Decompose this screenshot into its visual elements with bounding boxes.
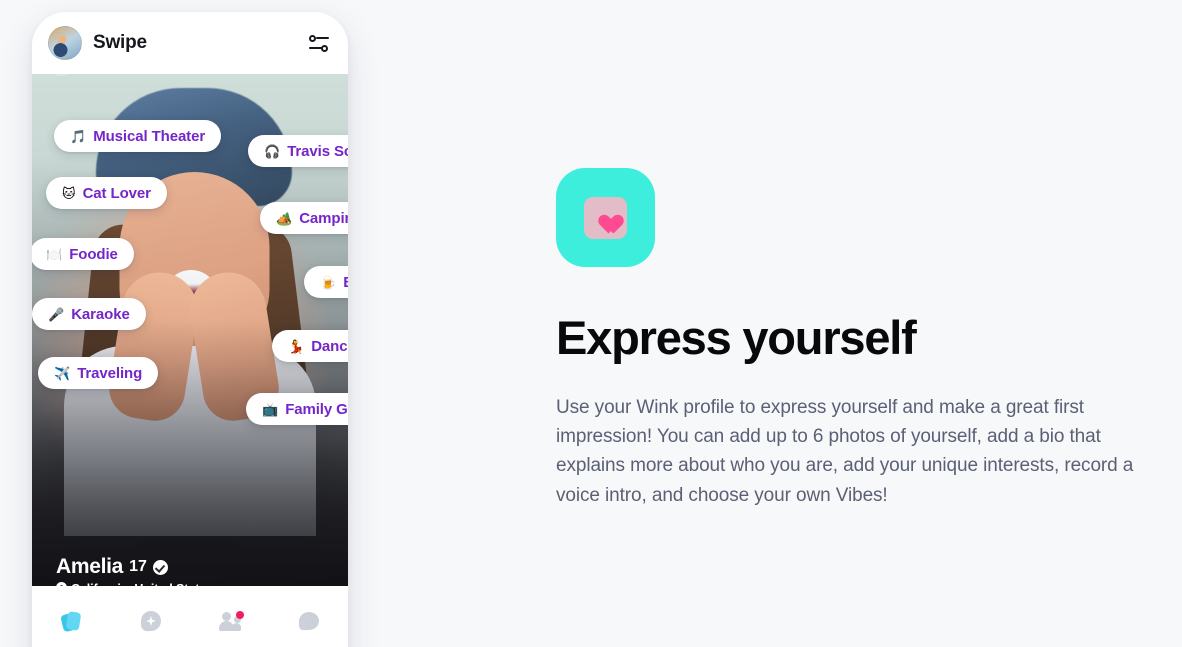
notification-badge bbox=[235, 610, 244, 619]
page-title: Swipe bbox=[93, 32, 147, 53]
phone-header: Swipe bbox=[32, 12, 348, 74]
feature-body: Use your Wink profile to express yoursel… bbox=[556, 396, 1134, 506]
interest-tag: 🍺 Beer bbox=[304, 266, 348, 298]
interest-tag-label: Traveling bbox=[77, 364, 143, 382]
bottom-navigation bbox=[32, 586, 348, 647]
interest-tag-emoji-icon: 🎤 bbox=[48, 306, 65, 322]
interest-tag-label: Family Guy bbox=[285, 400, 348, 418]
interest-tag-label: Dancing bbox=[311, 337, 348, 355]
logo-inner-square bbox=[584, 196, 627, 239]
interest-tag-emoji-icon: 🎧 bbox=[264, 143, 281, 159]
interest-tag-label: Karaoke bbox=[71, 305, 130, 323]
interest-tag-emoji-icon: 💃 bbox=[288, 338, 305, 354]
verified-icon bbox=[152, 559, 168, 575]
interest-tag: 🎤 Karaoke bbox=[32, 298, 146, 330]
interest-tag-emoji-icon: 📺 bbox=[262, 401, 279, 417]
phone-mockup: Swipe 🎵 Musical Theater 🎧 Travis Scott 🐱 Cat … bbox=[32, 12, 348, 647]
avatar[interactable] bbox=[48, 26, 82, 60]
interest-tag: 🎵 Musical Theater bbox=[54, 120, 222, 152]
heart-icon bbox=[594, 207, 617, 228]
nav-explore[interactable] bbox=[111, 604, 190, 638]
wink-app-logo bbox=[556, 168, 655, 267]
people-icon bbox=[218, 610, 244, 631]
cards-icon bbox=[60, 610, 82, 632]
interest-tag: 💃 Dancing bbox=[272, 330, 348, 362]
interest-tag-emoji-icon: ✈️ bbox=[54, 365, 71, 381]
interest-tag-emoji-icon: 🍽️ bbox=[46, 246, 63, 262]
interest-tag: 🐱 Cat Lover bbox=[46, 177, 167, 209]
interest-tag: 🎧 Travis Scott bbox=[248, 135, 348, 167]
profile-name: Amelia bbox=[56, 555, 124, 578]
interest-tag-label: Travis Scott bbox=[287, 142, 348, 160]
sliders-icon[interactable] bbox=[308, 33, 330, 53]
feature-content: Express yourself Use your Wink profile t… bbox=[556, 168, 1182, 510]
nav-swipe[interactable] bbox=[32, 604, 111, 638]
interest-tag: 🍽️ Foodie bbox=[32, 238, 134, 270]
interest-tag-emoji-icon: 🐱 bbox=[62, 185, 76, 201]
interest-tag-label: Foodie bbox=[69, 245, 118, 263]
interest-tag-label: Camping bbox=[299, 209, 348, 227]
profile-name-row: Amelia 17 bbox=[56, 555, 213, 579]
interest-tag: 🏕️ Camping bbox=[260, 202, 348, 234]
chat-icon bbox=[298, 611, 319, 631]
profile-age: 17 bbox=[129, 558, 147, 575]
phone-screen: Swipe 🎵 Musical Theater 🎧 Travis Scott 🐱 Cat … bbox=[32, 12, 348, 647]
interest-tag-emoji-icon: 🏕️ bbox=[276, 210, 293, 226]
interest-tag-emoji-icon: 🎵 bbox=[70, 128, 87, 144]
interest-tag-label: Cat Lover bbox=[82, 184, 151, 202]
interest-tag-label: Beer bbox=[343, 274, 348, 291]
interest-tag: 📺 Family Guy bbox=[246, 393, 348, 425]
interest-tag-label: Musical Theater bbox=[93, 127, 206, 145]
feature-headline: Express yourself bbox=[556, 311, 917, 364]
nav-messages[interactable] bbox=[269, 604, 348, 638]
nav-matches[interactable] bbox=[190, 604, 269, 638]
interest-tag-emoji-icon: 🍺 bbox=[320, 274, 337, 290]
explore-icon bbox=[140, 610, 161, 632]
interest-tag: ✈️ Traveling bbox=[38, 357, 159, 389]
